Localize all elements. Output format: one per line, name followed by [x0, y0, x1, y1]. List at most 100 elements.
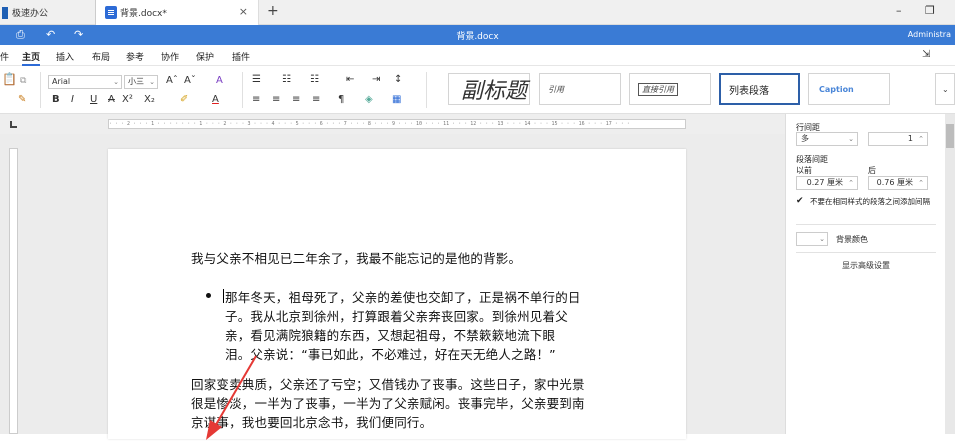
open-file-location-icon[interactable]: ⇲: [922, 49, 930, 60]
align-center-icon[interactable]: ≡: [272, 94, 280, 105]
paragraph-spacing-label: 段落间距: [796, 155, 828, 164]
document-title: 背景.docx: [456, 32, 499, 42]
style-list-paragraph[interactable]: 列表段落: [719, 73, 800, 105]
subscript-button[interactable]: X₂: [144, 94, 155, 105]
spinner-icon[interactable]: ⌃: [918, 133, 924, 145]
no-space-same-style-label: 不要在相同样式的段落之间添加间隔: [810, 197, 930, 206]
copy-icon[interactable]: ⧉: [20, 76, 26, 86]
multilevel-list-icon[interactable]: ☷: [310, 74, 319, 85]
line-spacing-value-input[interactable]: 1 ⌃: [868, 132, 928, 146]
bold-button[interactable]: B: [52, 94, 60, 105]
chevron-down-icon: ⌄: [819, 235, 825, 243]
style-intense-quote[interactable]: 直接引用: [629, 73, 711, 105]
increase-indent-icon[interactable]: ⇥: [372, 74, 380, 85]
underline-button[interactable]: U: [90, 94, 97, 105]
style-caption[interactable]: Caption: [808, 73, 890, 105]
bullet-point: [206, 293, 211, 298]
chevron-down-icon: ⌄: [942, 84, 949, 94]
align-right-icon[interactable]: ≡: [292, 94, 300, 105]
font-name-select[interactable]: Arial ⌄: [48, 75, 122, 89]
menu-bar: 件 主页 插入 布局 参考 协作 保护 插件 ⇲: [0, 45, 955, 66]
spacing-before-input[interactable]: 0.27 厘米 ⌃: [796, 176, 858, 190]
side-toolbar-strip: [945, 114, 955, 434]
decrease-font-icon[interactable]: Aˇ: [184, 75, 196, 86]
paragraph-1[interactable]: 我与父亲不相见已二年余了，我最不能忘记的是他的背影。: [191, 249, 521, 268]
decrease-indent-icon[interactable]: ⇤: [346, 74, 354, 85]
show-advanced-settings-link[interactable]: 显示高级设置: [842, 260, 890, 271]
paragraph-mark-icon[interactable]: ¶: [338, 94, 344, 105]
ribbon-divider: [242, 72, 243, 108]
vertical-ruler[interactable]: [9, 148, 18, 434]
ruler-marks: · · · 2 · · · 1 · · · · · · · 1 · · · 2 …: [109, 121, 630, 127]
minimize-button[interactable]: –: [896, 4, 902, 17]
menu-protect[interactable]: 保护: [196, 50, 214, 63]
numbered-list-icon[interactable]: ☷: [282, 74, 291, 85]
italic-button[interactable]: I: [71, 94, 74, 105]
chevron-down-icon: ⌄: [149, 78, 155, 86]
paragraph-2[interactable]: 那年冬天，祖母死了，父亲的差使也交卸了，正是祸不单行的日 子。我从北京到徐州，打…: [225, 288, 581, 364]
user-name[interactable]: Administra: [908, 30, 951, 39]
line-spacing-mode-select[interactable]: 多 ⌄: [796, 132, 858, 146]
menu-collaborate[interactable]: 协作: [161, 50, 179, 63]
paragraph-2-line: 那年冬天，祖母死了，父亲的差使也交卸了，正是祸不单行的日: [225, 290, 581, 305]
paragraph-settings-tab[interactable]: [946, 124, 954, 148]
tab-app-label: 极速办公: [12, 9, 49, 19]
line-spacing-icon[interactable]: ↕: [394, 74, 402, 85]
style-quote[interactable]: 引用: [539, 73, 621, 105]
paragraph-2-line: 泪。父亲说：“事已如此，不必难过，好在天无绝人之路！”: [225, 347, 556, 362]
style-quote-label: 引用: [548, 84, 564, 94]
paragraph-2-line: 亲，看见满院狼籍的东西，又想起祖母，不禁簌簌地流下眼: [225, 328, 556, 343]
spacing-after-label: 后: [868, 166, 876, 175]
title-bar: ⎙ ↶ ↷ 背景.docx Administra: [0, 25, 955, 45]
shading-icon[interactable]: ◈: [365, 94, 373, 105]
justify-icon[interactable]: ≡: [312, 94, 320, 105]
format-painter-icon[interactable]: ✎: [18, 94, 26, 105]
tab-stop-selector-icon[interactable]: [10, 121, 17, 128]
tab-bar: 极速办公 背景.docx* × + – ❐: [0, 0, 955, 25]
horizontal-ruler[interactable]: · · · 2 · · · 1 · · · · · · · 1 · · · 2 …: [108, 119, 686, 129]
bullet-list-icon[interactable]: ☰: [252, 74, 261, 85]
menu-insert[interactable]: 插入: [56, 50, 74, 63]
spinner-icon[interactable]: ⌃: [918, 177, 924, 189]
superscript-button[interactable]: X²: [122, 94, 133, 105]
document-canvas: 我与父亲不相见已二年余了，我最不能忘记的是他的背影。 那年冬天，祖母死了，父亲的…: [0, 134, 785, 440]
spacing-after-input[interactable]: 0.76 厘米 ⌃: [868, 176, 928, 190]
tab-app[interactable]: 极速办公: [0, 0, 92, 25]
ribbon-divider: [40, 72, 41, 108]
ribbon-divider: [426, 72, 427, 108]
restore-button[interactable]: ❐: [925, 4, 935, 17]
menu-home[interactable]: 主页: [22, 50, 41, 66]
paste-icon[interactable]: 📋: [2, 72, 17, 86]
change-case-icon[interactable]: A: [216, 75, 223, 86]
tab-document[interactable]: 背景.docx* ×: [95, 0, 259, 25]
document-page[interactable]: 我与父亲不相见已二年余了，我最不能忘记的是他的背影。 那年冬天，祖母死了，父亲的…: [108, 149, 686, 439]
tab-document-label: 背景.docx*: [120, 9, 167, 19]
styles-expand-button[interactable]: ⌄: [935, 73, 955, 105]
line-spacing-mode-value: 多: [801, 134, 809, 143]
font-size-select[interactable]: 小三 ⌄: [124, 75, 158, 89]
background-color-label: 背景颜色: [836, 235, 868, 244]
increase-font-icon[interactable]: Aˆ: [166, 75, 178, 86]
align-left-icon[interactable]: ≡: [252, 94, 260, 105]
background-color-picker[interactable]: ⌄: [796, 232, 828, 246]
menu-file[interactable]: 件: [0, 50, 9, 63]
menu-plugins[interactable]: 插件: [232, 50, 250, 63]
spacing-before-value: 0.27 厘米: [806, 178, 843, 187]
menu-references[interactable]: 参考: [126, 50, 144, 63]
borders-icon[interactable]: ▦: [392, 94, 401, 105]
menu-layout[interactable]: 布局: [92, 50, 110, 63]
spacing-after-value: 0.76 厘米: [876, 178, 913, 187]
panel-divider: [796, 224, 936, 225]
highlight-icon[interactable]: ✐: [180, 94, 188, 105]
style-intense-quote-label: 直接引用: [638, 82, 678, 96]
strikethrough-button[interactable]: A: [108, 94, 115, 105]
spinner-icon[interactable]: ⌃: [848, 177, 854, 189]
checkbox-checked-icon[interactable]: ✔: [796, 196, 804, 206]
style-subtitle[interactable]: 副标题: [448, 73, 530, 105]
font-color-icon[interactable]: A: [212, 94, 219, 105]
panel-divider: [796, 252, 936, 253]
spacing-before-label: 以前: [796, 166, 812, 175]
tab-close-icon[interactable]: ×: [239, 5, 248, 18]
style-list-paragraph-label: 列表段落: [729, 85, 769, 97]
new-tab-button[interactable]: +: [267, 3, 279, 19]
